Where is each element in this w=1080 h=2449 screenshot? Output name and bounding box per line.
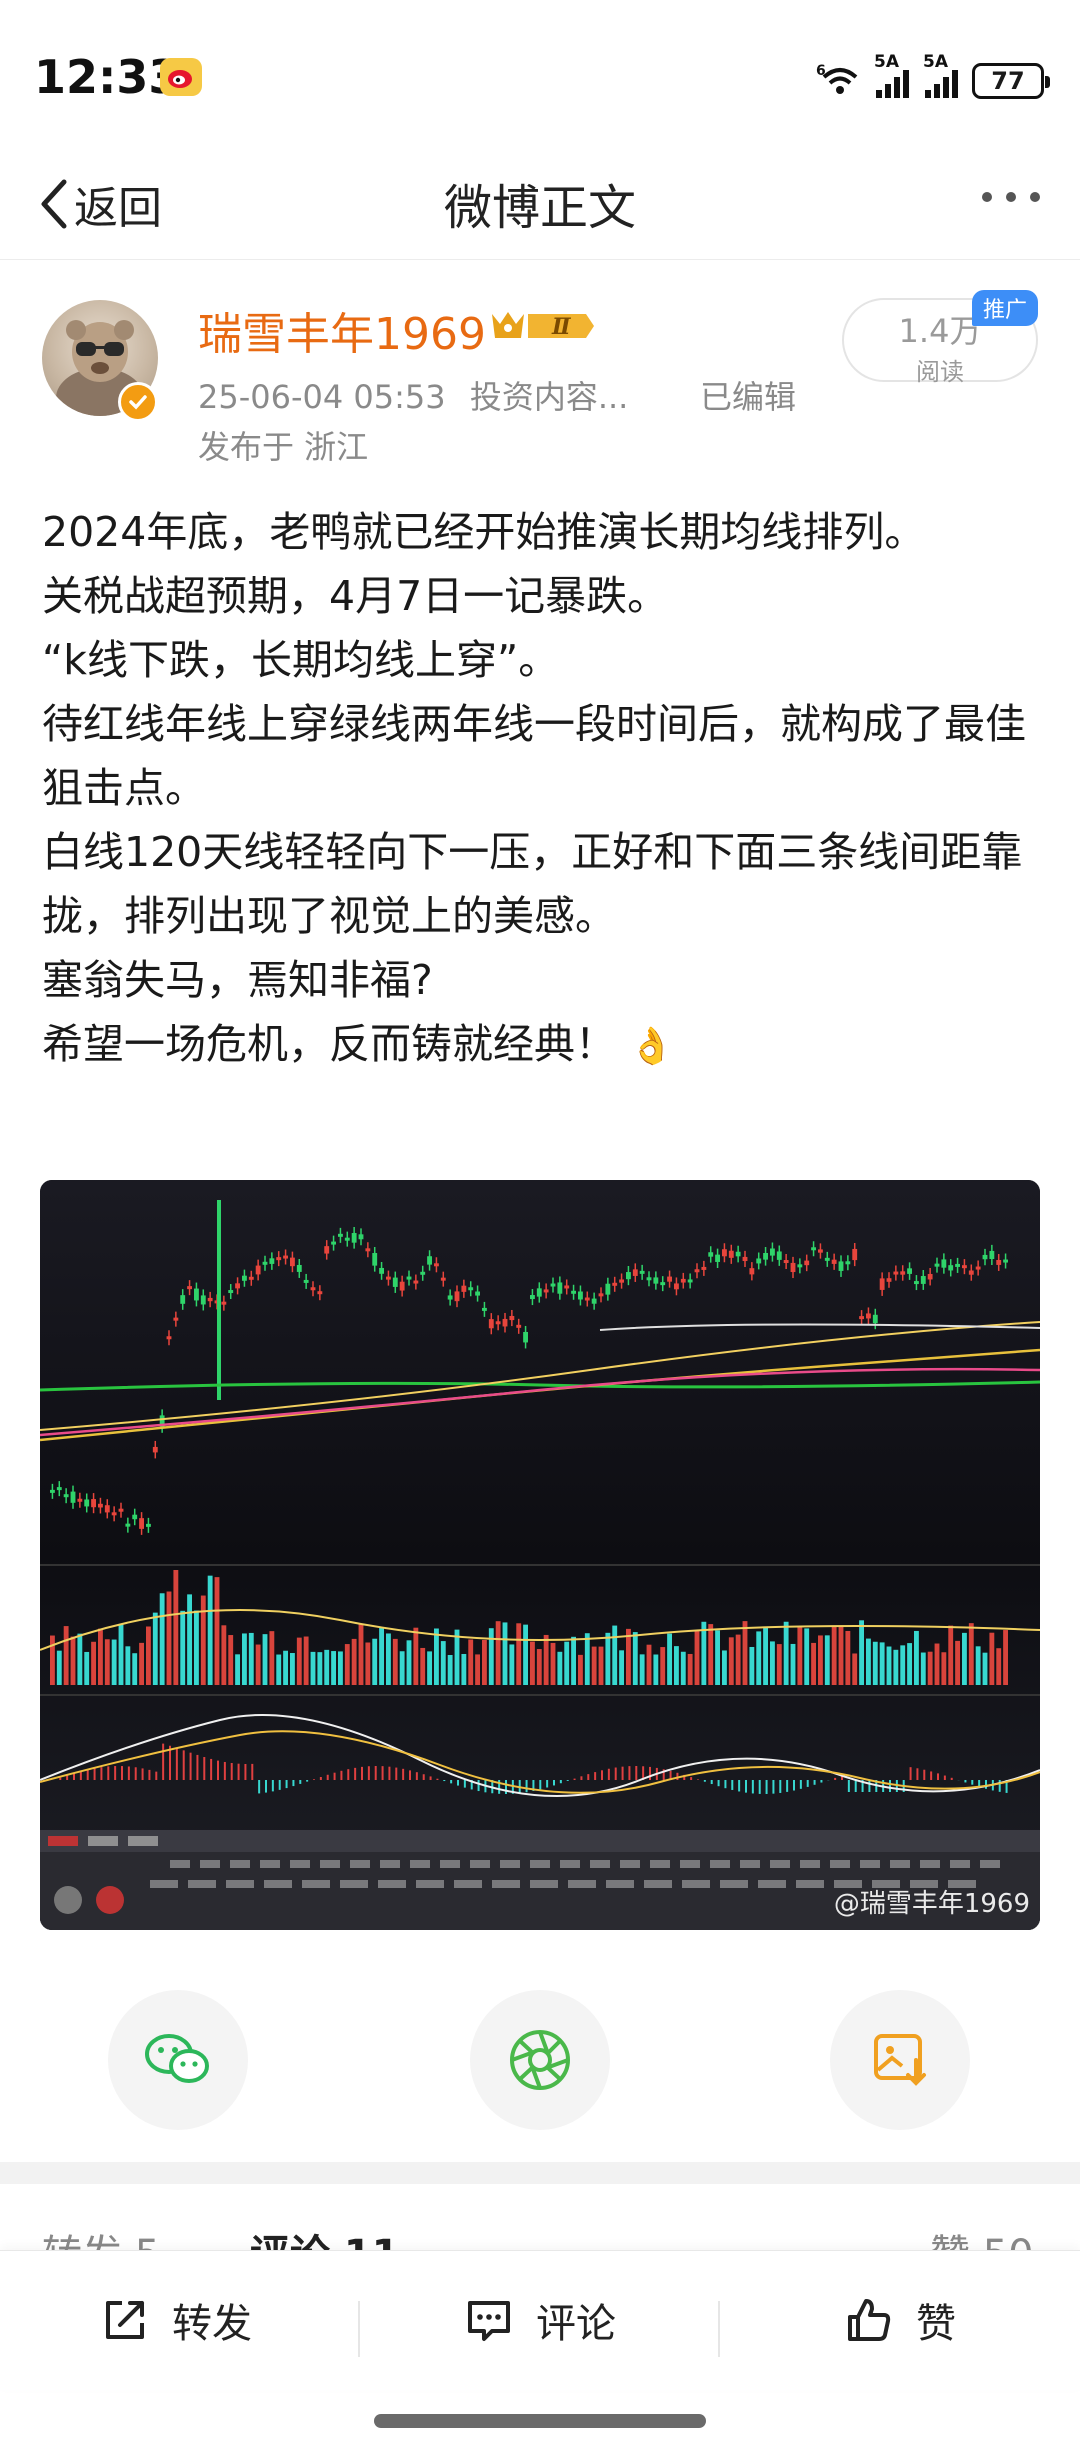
like-label: 赞 xyxy=(916,2301,956,2347)
share-row xyxy=(0,1990,1080,2130)
repost-button[interactable]: 转发 xyxy=(100,2291,252,2349)
post-line: 2024年底，老鸭就已经开始推演长期均线排列。 xyxy=(42,508,926,556)
tab-comment[interactable]: 评论 11 xyxy=(250,2222,400,2250)
repost-label: 转发 xyxy=(172,2301,252,2347)
post-line: 关税战超预期，4月7日一记暴跌。 xyxy=(42,572,669,620)
post-line: 白线120天线轻轻向下一压，正好和下面三条线间距靠拢，排列出现了视觉上的美感。 xyxy=(42,828,1023,940)
stock-chart-photo xyxy=(40,1180,1040,1930)
post-meta: 25-06-04 05:53 投资内容... xyxy=(198,372,628,418)
battery-indicator: 77 xyxy=(972,62,1050,99)
save-image-icon xyxy=(874,2034,926,2086)
share-wechat-button[interactable] xyxy=(108,1990,248,2130)
section-divider xyxy=(0,2162,1080,2184)
author-name[interactable]: 瑞雪丰年1969 xyxy=(198,298,486,362)
signal-icon: 5A xyxy=(874,52,909,103)
status-time: 12:33 xyxy=(34,50,181,104)
comment-button[interactable]: 评论 xyxy=(464,2291,616,2349)
post-source[interactable]: 投资内容... xyxy=(470,378,629,416)
signal-icon-2: 5A xyxy=(923,52,958,103)
post-body: 2024年底，老鸭就已经开始推演长期均线排列。 关税战超预期，4月7日一记暴跌。… xyxy=(42,500,1042,1079)
author-header: 瑞雪丰年1969 Ⅱ 25-06-04 05:53 投资内容... 已编辑 发布… xyxy=(0,290,1080,470)
comment-icon xyxy=(468,2301,510,2341)
divider xyxy=(358,2301,360,2357)
post-line: “k线下跌，长期均线上穿”。 xyxy=(42,636,560,684)
image-watermark: @瑞雪丰年1969 xyxy=(833,1889,1030,1919)
moments-icon xyxy=(510,2030,570,2090)
status-indicators: 6 5A 5A 77 xyxy=(816,52,1050,103)
wechat-icon xyxy=(145,2034,209,2083)
svg-text:Ⅱ: Ⅱ xyxy=(551,314,572,340)
like-button[interactable]: 赞 xyxy=(844,2291,956,2349)
verified-badge-icon xyxy=(118,382,158,422)
status-bar: 12:33 6 5A 5A 77 xyxy=(0,0,1080,150)
tab-like[interactable]: 赞 50 xyxy=(930,2222,1034,2250)
post-line-last: 希望一场危机，反而铸就经典！ 👌 xyxy=(42,1012,1042,1079)
repost-icon xyxy=(106,2301,144,2339)
wifi-icon: 6 xyxy=(816,61,860,100)
weibo-notification-icon xyxy=(160,58,202,96)
save-image-button[interactable] xyxy=(830,1990,970,2130)
promo-tag[interactable]: 推广 xyxy=(972,290,1038,326)
bottom-action-bar: 转发 评论 赞 xyxy=(0,2250,1080,2390)
page-title: 微博正文 xyxy=(443,180,636,236)
more-options-icon[interactable] xyxy=(982,192,1040,202)
post-line: 待红线年线上穿绿线两年线一段时间后，就构成了最佳狙击点。 xyxy=(42,700,1026,812)
post-date: 25-06-04 05:53 xyxy=(198,378,446,416)
vip-crown-icon: Ⅱ xyxy=(488,306,598,346)
interaction-tabs: 转发 5 评论 11 赞 50 xyxy=(0,2184,1080,2250)
nav-bar: 返回 微博正文 xyxy=(0,150,1080,260)
comment-label: 评论 xyxy=(536,2301,616,2347)
post-line: 塞翁失马，焉知非福? xyxy=(42,956,433,1004)
edited-label[interactable]: 已编辑 xyxy=(700,372,796,418)
post-location: 发布于 浙江 xyxy=(198,428,369,466)
post-image[interactable]: @瑞雪丰年1969 xyxy=(40,1180,1040,1930)
ok-hand-emoji: 👌 xyxy=(629,1026,674,1067)
share-moments-button[interactable] xyxy=(470,1990,610,2130)
tab-repost[interactable]: 转发 5 xyxy=(42,2222,160,2250)
thumbs-up-icon xyxy=(848,2299,891,2341)
read-label: 阅读 xyxy=(916,358,964,386)
home-indicator xyxy=(374,2414,706,2428)
divider xyxy=(718,2301,720,2357)
